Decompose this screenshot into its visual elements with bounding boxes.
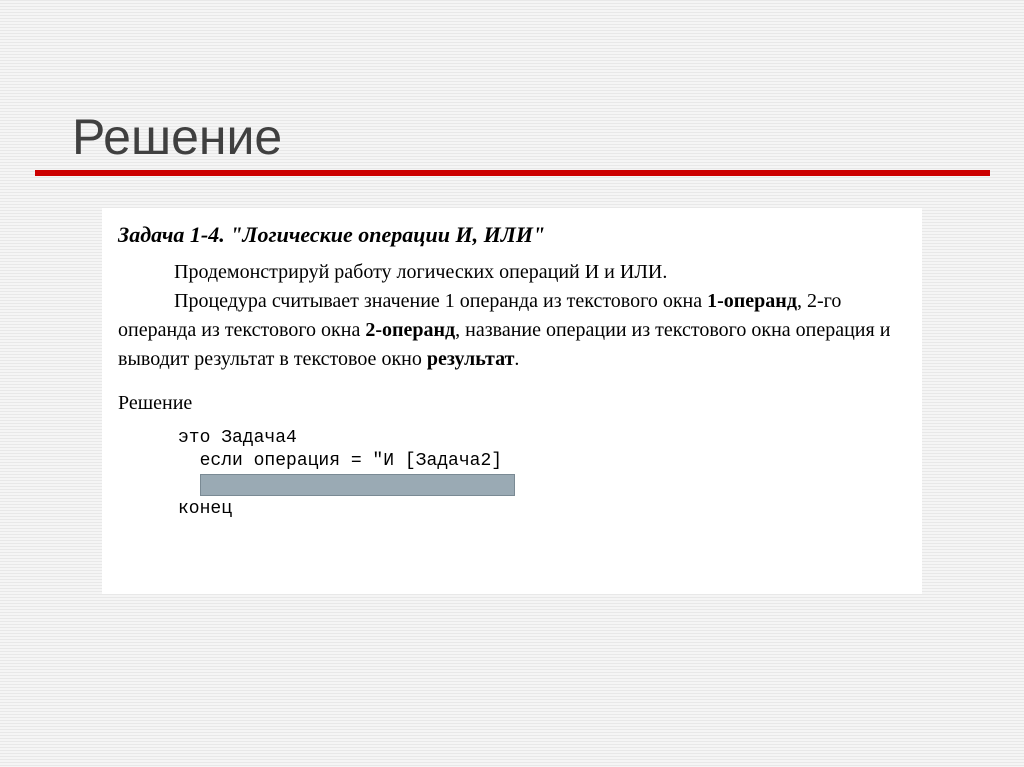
- task-heading: Задача 1-4. "Логические операции И, ИЛИ": [118, 222, 904, 248]
- task-paragraph-1: Продемонстрируй работу логических операц…: [118, 258, 904, 287]
- task-p2-bold-3: результат: [427, 348, 515, 370]
- code-block: это Задача4 если операция = "И [Задача2]…: [178, 427, 904, 521]
- redacted-box: [200, 474, 515, 496]
- title-underline: [35, 170, 990, 176]
- task-p2-bold-1: 1-операнд: [707, 290, 797, 312]
- code-line-2: если операция = "И [Задача2]: [178, 450, 904, 473]
- solution-label: Решение: [118, 392, 904, 415]
- code-line-1: это Задача4: [178, 427, 904, 450]
- code-line-4: конец: [178, 498, 904, 521]
- slide-title: Решение: [72, 108, 282, 166]
- task-paragraph-2: Процедура считывает значение 1 операнда …: [118, 287, 904, 374]
- content-box: Задача 1-4. "Логические операции И, ИЛИ"…: [102, 208, 922, 594]
- task-p2-part-a: Процедура считывает значение 1 операнда …: [174, 290, 707, 312]
- task-p2-part-e: .: [514, 348, 519, 370]
- task-p2-bold-2: 2-операнд: [365, 319, 455, 341]
